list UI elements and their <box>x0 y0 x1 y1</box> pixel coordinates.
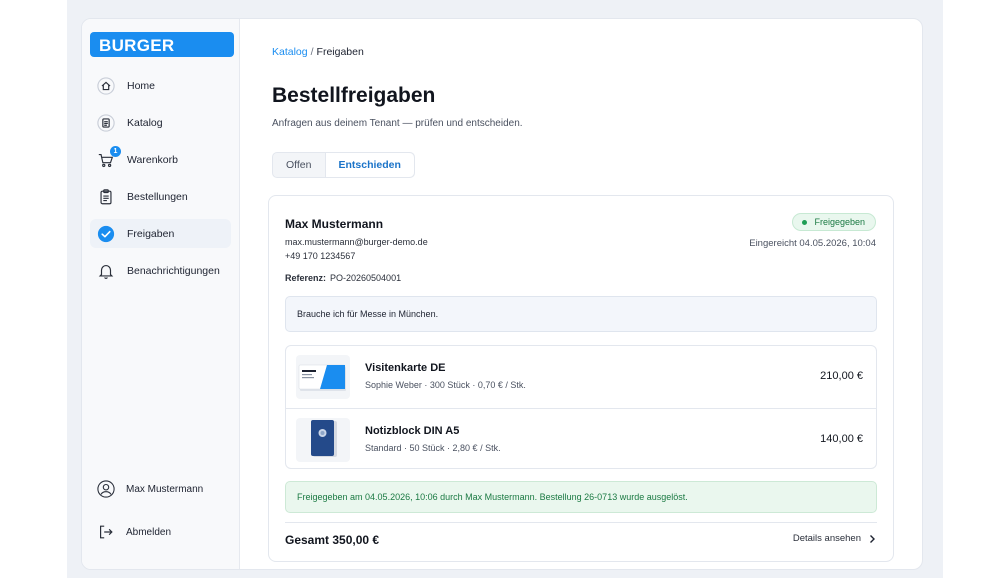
main-content: Katalog / Freigaben Bestellfreigaben Anfra… <box>240 19 922 569</box>
business-card-thumbnail <box>296 355 350 399</box>
reference: Referenz: PO-20260504001 <box>285 273 401 283</box>
requester-name: Max Mustermann <box>285 217 384 231</box>
notepad-thumbnail <box>296 418 350 462</box>
check-circle-icon <box>96 224 116 244</box>
sidebar-item-katalog[interactable]: Katalog <box>90 108 231 137</box>
logout-icon <box>96 522 116 542</box>
item-price: 210,00 € <box>820 370 863 382</box>
approval-request-card: Max Mustermann max.mustermann@burger-dem… <box>268 195 894 562</box>
divider <box>285 522 877 523</box>
approval-message: Freigegeben am 04.05.2026, 10:06 durch M… <box>285 481 877 513</box>
chevron-right-icon <box>870 534 875 543</box>
request-note: Brauche ich für Messe in München. <box>285 296 877 332</box>
tab-offen[interactable]: Offen <box>273 153 325 177</box>
catalog-icon <box>96 113 116 133</box>
sidebar-item-benachrichtigungen[interactable]: Benachrichtigungen <box>90 256 231 285</box>
tab-entschieden[interactable]: Entschieden <box>324 153 414 177</box>
breadcrumb-separator: / <box>310 46 314 58</box>
submitted-timestamp: Eingereicht 04.05.2026, 10:04 <box>749 238 876 249</box>
page-title: Bestellfreigaben <box>272 84 436 107</box>
breadcrumb: Katalog / Freigaben <box>272 46 364 58</box>
breadcrumb-current: Freigaben <box>316 46 364 58</box>
cart-icon: 1 <box>96 145 121 170</box>
breadcrumb-link-katalog[interactable]: Katalog <box>272 46 308 58</box>
item-price: 140,00 € <box>820 433 863 445</box>
sidebar-item-label: Benachrichtigungen <box>127 264 220 277</box>
page-subtitle: Anfragen aus deinem Tenant — prüfen und … <box>272 118 523 129</box>
status-dot-icon <box>802 219 808 225</box>
cart-count-badge: 1 <box>110 145 121 157</box>
details-label: Details ansehen <box>792 533 861 544</box>
sidebar-item-label: Freigaben <box>127 227 175 240</box>
app-window: BURGER Home Katalog 1 Warenkorb Bestellu… <box>81 18 923 570</box>
user-name: Max Mustermann <box>126 483 204 495</box>
sidebar-nav: Home Katalog 1 Warenkorb Bestellungen Fr… <box>90 71 231 293</box>
sidebar-item-label: Warenkorb <box>127 153 178 166</box>
item-name: Notizblock DIN A5 <box>365 425 460 437</box>
sidebar-item-home[interactable]: Home <box>90 71 231 100</box>
logout-label: Abmelden <box>126 526 172 538</box>
sidebar-item-warenkorb[interactable]: 1 Warenkorb <box>90 145 231 174</box>
list-item: Notizblock DIN A5 Standard · 50 Stück · … <box>286 408 876 470</box>
requester-phone: +49 170 1234567 <box>285 251 356 261</box>
status-badge: Freigegeben <box>792 213 876 231</box>
bell-icon <box>96 261 116 281</box>
reference-value: PO-20260504001 <box>330 273 402 283</box>
user-icon <box>96 479 116 499</box>
item-meta: Standard · 50 Stück · 2,80 € / Stk. <box>365 443 501 453</box>
logout-button[interactable]: Abmelden <box>96 521 236 543</box>
sidebar-user[interactable]: Max Mustermann <box>96 478 236 500</box>
status-tabs: Offen Entschieden <box>272 152 415 178</box>
reference-label: Referenz: <box>285 273 327 283</box>
clipboard-icon <box>96 187 116 207</box>
item-name: Visitenkarte DE <box>365 362 446 374</box>
sidebar-item-label: Bestellungen <box>127 190 188 203</box>
sidebar-item-label: Home <box>127 79 156 92</box>
order-items-list: Visitenkarte DE Sophie Weber · 300 Stück… <box>285 345 877 469</box>
requester-email: max.mustermann@burger-demo.de <box>285 237 428 247</box>
sidebar-item-freigaben[interactable]: Freigaben <box>90 219 231 248</box>
status-label: Freigegeben <box>814 217 865 227</box>
list-item: Visitenkarte DE Sophie Weber · 300 Stück… <box>286 346 876 408</box>
order-total: Gesamt 350,00 € <box>285 533 380 547</box>
sidebar: BURGER Home Katalog 1 Warenkorb Bestellu… <box>82 19 240 569</box>
item-meta: Sophie Weber · 300 Stück · 0,70 € / Stk. <box>365 380 526 390</box>
sidebar-item-label: Katalog <box>127 116 163 129</box>
details-link[interactable]: Details ansehen <box>793 533 877 544</box>
home-icon <box>96 76 116 96</box>
brand-logo[interactable]: BURGER <box>90 32 234 57</box>
sidebar-item-bestellungen[interactable]: Bestellungen <box>90 182 231 211</box>
